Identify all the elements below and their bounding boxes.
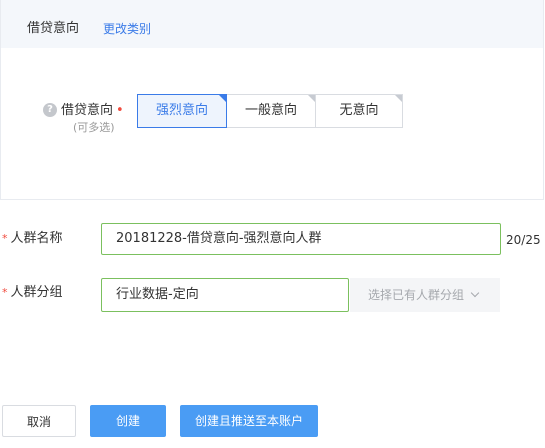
intent-option-normal[interactable]: 一般意向 [226, 94, 316, 128]
audience-group-input[interactable]: 行业数据-定向 [101, 278, 349, 312]
intent-option-none[interactable]: 无意向 [315, 94, 403, 128]
existing-group-select-label: 选择已有人群分组 [368, 288, 465, 302]
name-char-counter: 20/25 [506, 233, 541, 247]
intent-segmented-control: 强烈意向 一般意向 无意向 [137, 94, 403, 128]
chevron-down-icon [470, 288, 480, 298]
create-and-push-button[interactable]: 创建且推送至本账户 [180, 405, 318, 437]
card-title: 借贷意向 [27, 21, 80, 36]
change-category-link[interactable]: 更改类别 [103, 21, 151, 37]
required-star: * [2, 232, 8, 245]
audience-name-input[interactable]: 20181228-借贷意向-强烈意向人群 [101, 223, 501, 255]
cancel-button[interactable]: 取消 [2, 405, 76, 437]
required-dot: • [116, 103, 124, 118]
existing-group-select[interactable]: 选择已有人群分组 [350, 278, 500, 312]
audience-group-label-text: 人群分组 [10, 285, 63, 300]
create-button[interactable]: 创建 [90, 405, 166, 437]
audience-name-label-text: 人群名称 [10, 231, 63, 246]
audience-group-label: * 人群分组 [2, 285, 63, 301]
intent-option-strong[interactable]: 强烈意向 [137, 94, 227, 128]
help-icon[interactable]: ? [43, 103, 57, 117]
corner-mark-icon [219, 95, 226, 102]
intent-label-text: 借贷意向 [61, 103, 114, 118]
audience-name-label: * 人群名称 [2, 231, 63, 247]
corner-mark-icon [308, 95, 315, 102]
intent-option-label: 一般意向 [244, 103, 297, 118]
intent-card: 借贷意向 更改类别 ? 借贷意向 • (可多选) 强烈意向 一般意向 无意向 [0, 0, 544, 200]
intent-option-label: 无意向 [339, 103, 379, 118]
multi-select-hint: (可多选) [73, 121, 115, 134]
corner-mark-icon [395, 95, 402, 102]
required-star: * [2, 286, 8, 299]
intent-label: 借贷意向 • [61, 103, 124, 119]
card-header: 借贷意向 更改类别 [1, 0, 543, 48]
intent-option-label: 强烈意向 [155, 103, 208, 118]
